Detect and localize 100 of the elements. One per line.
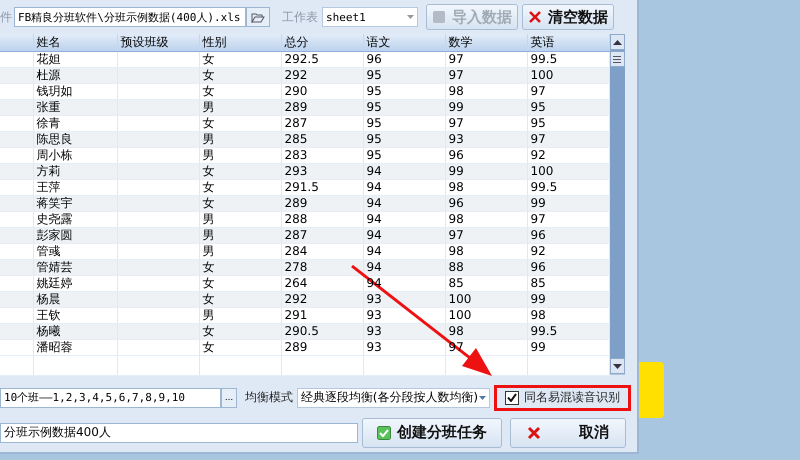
- table-cell: 方莉: [36, 164, 60, 178]
- table-cell: 98: [448, 84, 464, 98]
- column-header[interactable]: 语文: [363, 34, 445, 52]
- checkmark-icon: [377, 426, 391, 440]
- table-cell: 97: [530, 84, 546, 98]
- table-cell: 85: [448, 276, 464, 290]
- table-cell: 99: [530, 340, 546, 354]
- table-cell: 96: [366, 52, 382, 66]
- table-cell: 女: [202, 116, 214, 130]
- scroll-down-button[interactable]: [610, 358, 625, 374]
- sheet-label: 工作表: [282, 8, 318, 26]
- table-cell: 288: [284, 212, 308, 226]
- dropdown-arrow-icon[interactable]: [407, 15, 414, 20]
- table-cell: 97: [448, 52, 464, 66]
- table-cell: 93: [366, 340, 382, 354]
- table-cell: 292.5: [284, 52, 319, 66]
- balance-mode-select[interactable]: 经典逐段均衡(各分段按人数均衡): [296, 388, 490, 408]
- table-cell: 张重: [36, 100, 60, 114]
- square-icon: [432, 10, 446, 24]
- table-cell: 99: [448, 164, 464, 178]
- table-cell: 291.5: [284, 180, 319, 194]
- table-cell: 95: [366, 84, 382, 98]
- table-cell: 杨晨: [36, 292, 60, 306]
- up-arrow-icon: [612, 40, 622, 45]
- table-cell: 花妲: [36, 52, 60, 66]
- table-cell: 男: [202, 148, 214, 162]
- table-cell: 钱玥如: [36, 84, 72, 98]
- table-cell: 292: [284, 68, 308, 82]
- table-cell: 徐青: [36, 116, 60, 130]
- file-path-field[interactable]: FB精良分班软件\分班示例数据(400人).xls: [14, 7, 246, 28]
- table-cell: 94: [366, 228, 382, 242]
- table-cell: 女: [202, 164, 214, 178]
- more-button[interactable]: ...: [221, 388, 237, 408]
- table-cell: 史尧露: [36, 212, 72, 226]
- column-header[interactable]: 数学: [445, 34, 527, 52]
- table-cell: 92: [530, 148, 546, 162]
- table-cell: 278: [284, 260, 308, 274]
- table-cell: 女: [202, 84, 214, 98]
- task-name-field[interactable]: 分班示例数据400人: [0, 422, 358, 443]
- checkbox[interactable]: [505, 390, 519, 405]
- table-cell: 100: [530, 164, 554, 178]
- scroll-up-button[interactable]: [610, 34, 625, 50]
- table-cell: 99.5: [530, 52, 558, 66]
- cancel-button[interactable]: 取消: [510, 418, 626, 448]
- column-header[interactable]: 姓名: [33, 34, 117, 52]
- table-cell: 94: [366, 212, 382, 226]
- table-cell: 姚廷婷: [36, 276, 72, 290]
- close-icon: [528, 10, 542, 24]
- column-header[interactable]: 总分: [281, 34, 363, 52]
- column-header[interactable]: 性别: [199, 34, 281, 52]
- table-cell: 95: [530, 100, 546, 114]
- table-cell: 287: [284, 116, 308, 130]
- folder-icon: [251, 12, 265, 23]
- table-cell: 93: [448, 132, 464, 146]
- table-cell: 98: [448, 244, 464, 258]
- table-cell: 杨曦: [36, 324, 60, 338]
- table-cell: 98: [530, 308, 546, 322]
- table-cell: 93: [366, 308, 382, 322]
- table-cell: 95: [366, 116, 382, 130]
- table-cell: 女: [202, 292, 214, 306]
- create-task-button[interactable]: 创建分班任务: [362, 418, 502, 448]
- column-header[interactable]: 英语: [527, 34, 609, 52]
- column-header[interactable]: 预设班级: [117, 34, 199, 52]
- table-cell: 100: [448, 292, 472, 306]
- table-cell: 周小栋: [36, 148, 72, 162]
- table-cell: 285: [284, 132, 308, 146]
- scrollbar[interactable]: [610, 34, 625, 374]
- table-cell: 女: [202, 324, 214, 338]
- table-cell: 92: [530, 244, 546, 258]
- table-cell: 289: [284, 340, 308, 354]
- table-cell: 98: [448, 180, 464, 194]
- dropdown-arrow-icon[interactable]: [479, 396, 486, 400]
- table-cell: 陈思良: [36, 132, 72, 146]
- table-cell: 88: [448, 260, 464, 274]
- table-cell: 292: [284, 292, 308, 306]
- table-cell: 97: [448, 116, 464, 130]
- scroll-thumb[interactable]: [610, 51, 625, 68]
- grip-icon: [613, 56, 622, 63]
- sheet-select[interactable]: sheet1: [322, 7, 418, 28]
- balance-mode-label: 均衡模式: [244, 389, 293, 406]
- clear-data-button[interactable]: 清空数据: [522, 4, 614, 30]
- classes-field[interactable]: 10个班——1,2,3,4,5,6,7,8,9,10: [0, 388, 222, 408]
- table-cell: 97: [530, 132, 546, 146]
- table-cell: 女: [202, 68, 214, 82]
- table-cell: 283: [284, 148, 308, 162]
- close-icon: [527, 426, 541, 440]
- table-cell: 王萍: [36, 180, 60, 194]
- table-cell: 100: [530, 68, 554, 82]
- table-cell: 潘昭蓉: [36, 340, 72, 354]
- table-cell: 96: [448, 148, 464, 162]
- table-cell: 94: [366, 164, 382, 178]
- table-cell: 95: [366, 148, 382, 162]
- table-cell: 96: [530, 228, 546, 242]
- table-cell: 99: [530, 196, 546, 210]
- table-cell: 95: [530, 116, 546, 130]
- table-cell: 男: [202, 308, 214, 322]
- table-cell: 杜源: [36, 68, 60, 82]
- open-folder-button[interactable]: [246, 7, 270, 28]
- table-cell: 291: [284, 308, 308, 322]
- homophone-check-label[interactable]: 同名易混读音识别: [524, 389, 620, 406]
